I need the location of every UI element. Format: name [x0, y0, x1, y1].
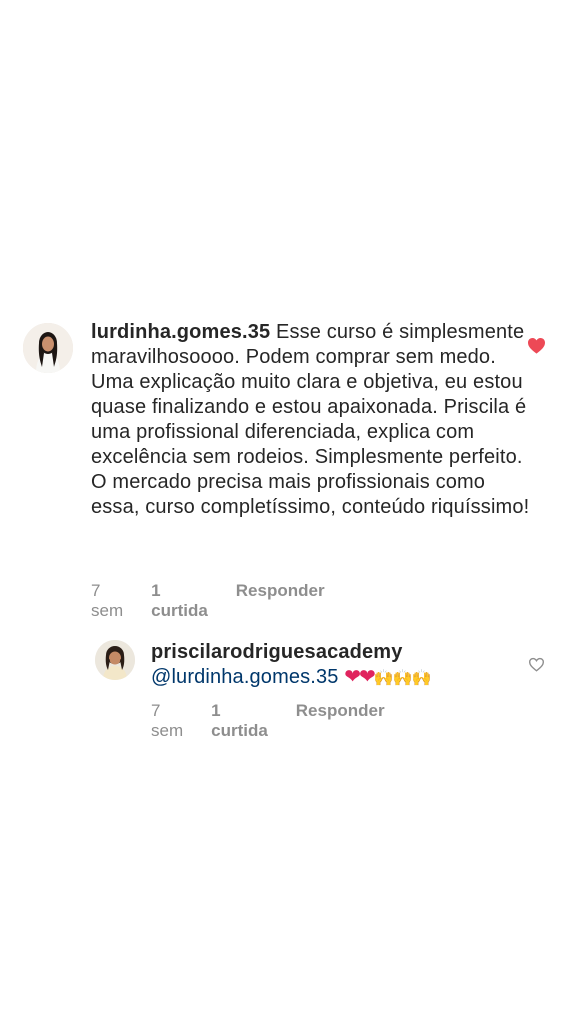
- heart-emoji: ❤❤: [344, 666, 375, 688]
- comment-username[interactable]: lurdinha.gomes.35: [91, 321, 270, 343]
- comment-username[interactable]: priscilarodriguesacademy: [151, 641, 403, 663]
- mention-link[interactable]: @lurdinha.gomes.35: [151, 666, 339, 688]
- raised-hands-emoji: 🙌🙌🙌: [373, 670, 432, 687]
- likes-count-link[interactable]: 1 curtida: [151, 581, 208, 621]
- comment-time: 7 sem: [151, 701, 184, 740]
- comment-time: 7 sem: [91, 581, 124, 620]
- avatar[interactable]: [95, 640, 135, 680]
- comment-body: Esse curso é simplesmente maravilhosoooo…: [91, 321, 530, 518]
- comment-meta: 7 sem 1 curtida Responder: [91, 581, 325, 621]
- comment-text: lurdinha.gomes.35 Esse curso é simplesme…: [91, 320, 531, 520]
- heart-outline-icon[interactable]: [528, 657, 545, 672]
- comment-meta: 7 sem 1 curtida Responder: [151, 701, 385, 741]
- heart-filled-icon[interactable]: [527, 337, 546, 354]
- likes-count-link[interactable]: 1 curtida: [211, 701, 268, 741]
- comment-text: priscilarodriguesacademy @lurdinha.gomes…: [151, 640, 511, 691]
- reply-button[interactable]: Responder: [236, 581, 325, 621]
- reply-button[interactable]: Responder: [296, 701, 385, 741]
- avatar[interactable]: [23, 323, 73, 373]
